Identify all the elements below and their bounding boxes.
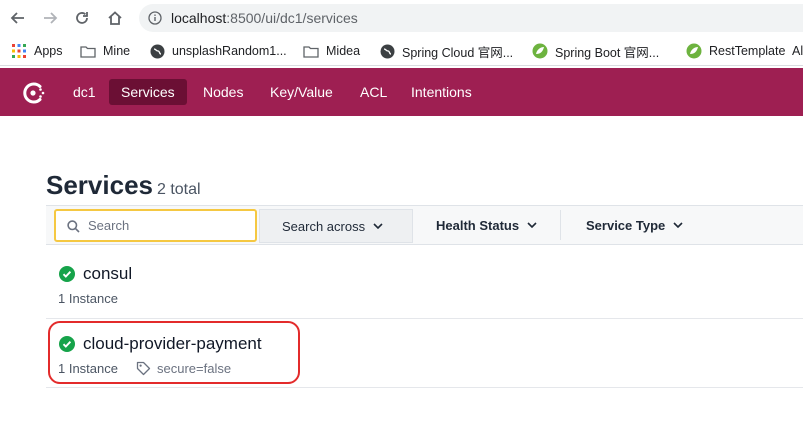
bookmarks-bar: Apps Mine unsplashRandom1... Midea Sprin…	[0, 36, 803, 66]
spring-leaf-icon	[686, 43, 702, 59]
datacenter-selector[interactable]: dc1	[61, 79, 108, 105]
address-bar[interactable]: localhost:8500/ui/dc1/services	[139, 4, 803, 32]
search-input[interactable]	[88, 211, 253, 240]
health-passing-icon	[59, 266, 75, 282]
bookmark-mine[interactable]: Mine	[80, 42, 130, 60]
chevron-down-icon	[527, 222, 537, 228]
info-icon[interactable]	[148, 11, 162, 30]
search-icon	[67, 220, 80, 238]
folder-icon	[80, 43, 96, 59]
service-type-filter[interactable]: Service Type	[586, 206, 683, 244]
bookmark-spring-cloud[interactable]: Spring Cloud 官网...	[379, 42, 513, 60]
nav-acl[interactable]: ACL	[348, 79, 399, 105]
browser-toolbar: localhost:8500/ui/dc1/services	[0, 0, 803, 35]
highlight-annotation	[48, 321, 300, 384]
search-box[interactable]	[54, 209, 257, 242]
service-name[interactable]: consul	[59, 264, 132, 284]
nav-key-value[interactable]: Key/Value	[258, 79, 345, 105]
page-title: Services 2 total	[46, 170, 201, 200]
service-row-consul[interactable]: consul 1 Instance	[46, 249, 803, 319]
bookmark-unsplash[interactable]: unsplashRandom1...	[149, 42, 287, 60]
search-across-dropdown[interactable]: Search across	[259, 209, 413, 243]
service-count: 2 total	[156, 181, 201, 198]
nav-services[interactable]: Services	[109, 79, 187, 105]
home-icon[interactable]	[104, 7, 126, 29]
services-toolbar: Search across Health Status Service Type	[46, 205, 803, 245]
bookmark-apps[interactable]: Apps	[11, 42, 63, 60]
bookmark-resttemplate[interactable]: RestTemplate	[686, 42, 785, 60]
reload-icon[interactable]	[71, 7, 93, 29]
chevron-down-icon	[673, 222, 683, 228]
bookmark-spring-boot[interactable]: Spring Boot 官网...	[532, 42, 659, 60]
toolbar-divider	[560, 210, 561, 240]
bookmark-midea[interactable]: Midea	[303, 42, 360, 60]
nav-intentions[interactable]: Intentions	[399, 79, 484, 105]
chevron-down-icon	[373, 223, 383, 229]
spring-leaf-icon	[532, 43, 548, 59]
nav-nodes[interactable]: Nodes	[191, 79, 255, 105]
health-status-filter[interactable]: Health Status	[436, 206, 537, 244]
apps-grid-icon	[11, 43, 27, 59]
globe-icon	[379, 43, 395, 59]
app-header: dc1 Services Nodes Key/Value ACL Intenti…	[0, 68, 803, 116]
url-text: localhost:8500/ui/dc1/services	[171, 10, 358, 26]
globe-icon	[149, 43, 165, 59]
service-instances: 1 Instance	[58, 291, 118, 306]
back-arrow-icon[interactable]	[7, 7, 29, 29]
forward-arrow-icon[interactable]	[39, 7, 61, 29]
consul-logo-icon[interactable]	[21, 80, 47, 106]
folder-icon	[303, 43, 319, 59]
bookmark-overflow[interactable]: Al	[792, 42, 803, 60]
